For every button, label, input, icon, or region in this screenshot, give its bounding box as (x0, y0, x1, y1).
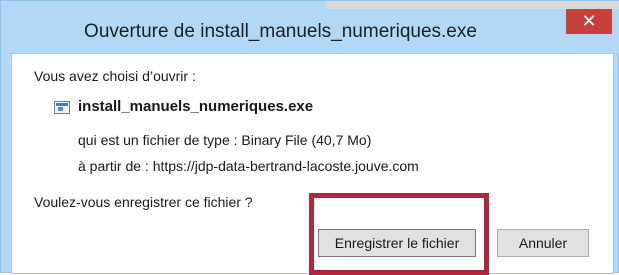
file-type-text: qui est un fichier de type : Binary File… (78, 132, 372, 148)
intro-text: Vous avez choisi d’ouvrir : (34, 68, 196, 84)
file-name: install_manuels_numeriques.exe (78, 98, 314, 115)
title-bar[interactable]: Ouverture de install_manuels_numeriques.… (1, 9, 619, 53)
cancel-button[interactable]: Annuler (497, 229, 589, 257)
background-strip (326, 1, 619, 9)
save-file-button[interactable]: Enregistrer le fichier (318, 229, 476, 257)
close-button[interactable]: ✕ (566, 9, 612, 34)
executable-file-icon (54, 101, 70, 114)
question-text: Voulez-vous enregistrer ce fichier ? (34, 194, 253, 210)
source-url-text: à partir de : https://jdp-data-bertrand-… (78, 158, 419, 174)
dialog-title: Ouverture de install_manuels_numeriques.… (84, 21, 477, 42)
dialog-content: Vous avez choisi d’ouvrir : install_manu… (11, 53, 614, 275)
close-icon: ✕ (581, 11, 597, 31)
download-dialog: Ouverture de install_manuels_numeriques.… (0, 0, 619, 275)
